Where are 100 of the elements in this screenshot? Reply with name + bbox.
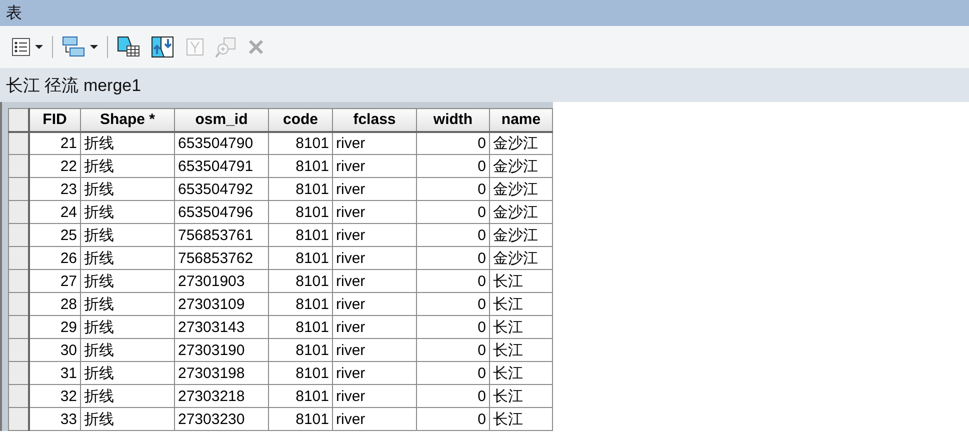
window-title: 表 bbox=[0, 0, 969, 26]
table-cell: 653504790 bbox=[174, 132, 268, 154]
table-cell: 折线 bbox=[80, 292, 174, 316]
table-cell: 0 bbox=[416, 132, 490, 154]
table-cell: 折线 bbox=[80, 270, 174, 292]
table-cell: 0 bbox=[416, 224, 490, 246]
table-cell: 22 bbox=[28, 154, 80, 178]
table-cell: 8101 bbox=[268, 338, 332, 362]
row-selector[interactable] bbox=[8, 178, 28, 200]
table-cell: river bbox=[332, 246, 416, 270]
table-cell: 0 bbox=[416, 338, 490, 362]
table-cell: 折线 bbox=[80, 246, 174, 270]
row-selector[interactable] bbox=[8, 338, 28, 362]
table-cell: 653504796 bbox=[174, 200, 268, 224]
table-cell: river bbox=[332, 292, 416, 316]
table-cell: 653504792 bbox=[174, 178, 268, 200]
table-cell: river bbox=[332, 154, 416, 178]
table-cell: river bbox=[332, 224, 416, 246]
table-cell: 23 bbox=[28, 178, 80, 200]
table-cell: river bbox=[332, 338, 416, 362]
table-cell: river bbox=[332, 200, 416, 224]
table-cell: 折线 bbox=[80, 224, 174, 246]
table-cell: 折线 bbox=[80, 408, 174, 430]
table-cell: 折线 bbox=[80, 338, 174, 362]
column-header[interactable]: name bbox=[490, 108, 552, 132]
table-cell: 8101 bbox=[268, 292, 332, 316]
column-header[interactable]: Shape * bbox=[80, 108, 174, 132]
row-selector[interactable] bbox=[8, 200, 28, 224]
table-cell: 653504791 bbox=[174, 154, 268, 178]
list-icon bbox=[11, 37, 31, 57]
table-cell: 27303190 bbox=[174, 338, 268, 362]
table-stack-icon bbox=[62, 36, 86, 58]
table-cell: river bbox=[332, 362, 416, 384]
row-selector[interactable] bbox=[8, 292, 28, 316]
table-cell: 33 bbox=[28, 408, 80, 430]
magnifier-icon bbox=[215, 36, 237, 58]
column-header[interactable]: width bbox=[416, 108, 490, 132]
row-selector[interactable] bbox=[8, 384, 28, 408]
table-cell: 8101 bbox=[268, 384, 332, 408]
table-cell: 8101 bbox=[268, 362, 332, 384]
table-cell: 0 bbox=[416, 292, 490, 316]
table-cell: 8101 bbox=[268, 154, 332, 178]
table-name: 长江 径流 merge1 bbox=[0, 68, 969, 102]
column-header[interactable]: FID bbox=[28, 108, 80, 132]
table-cell: river bbox=[332, 270, 416, 292]
table-cell: 0 bbox=[416, 362, 490, 384]
table-cell: 8101 bbox=[268, 246, 332, 270]
table-cell: 折线 bbox=[80, 132, 174, 154]
row-selector[interactable] bbox=[8, 108, 28, 132]
table-cell: river bbox=[332, 408, 416, 430]
row-selector[interactable] bbox=[8, 362, 28, 384]
table-cell: 28 bbox=[28, 292, 80, 316]
table-cell: 27303109 bbox=[174, 292, 268, 316]
caret-icon bbox=[35, 45, 43, 49]
table-cell: 27303218 bbox=[174, 384, 268, 408]
column-header[interactable]: fclass bbox=[332, 108, 416, 132]
row-selector[interactable] bbox=[8, 246, 28, 270]
table-cell: 26 bbox=[28, 246, 80, 270]
table-cell: 8101 bbox=[268, 316, 332, 338]
row-selector[interactable] bbox=[8, 270, 28, 292]
table-cell: 25 bbox=[28, 224, 80, 246]
table-cell: 0 bbox=[416, 178, 490, 200]
table-cell: 0 bbox=[416, 270, 490, 292]
table-cell: 27303230 bbox=[174, 408, 268, 430]
row-selector[interactable] bbox=[8, 316, 28, 338]
table-cell: river bbox=[332, 316, 416, 338]
row-selector[interactable] bbox=[8, 408, 28, 430]
table-cell: 0 bbox=[416, 246, 490, 270]
table-cell: 8101 bbox=[268, 132, 332, 154]
table-cell: 27303143 bbox=[174, 316, 268, 338]
table-cell: 29 bbox=[28, 316, 80, 338]
table-cell: 27303198 bbox=[174, 362, 268, 384]
table-cell: river bbox=[332, 132, 416, 154]
delete-icon bbox=[247, 38, 265, 56]
table-cell: 8101 bbox=[268, 408, 332, 430]
table-cell: river bbox=[332, 384, 416, 408]
column-header[interactable]: code bbox=[268, 108, 332, 132]
table-selection-icon bbox=[117, 36, 141, 58]
table-cell: 0 bbox=[416, 154, 490, 178]
table-cell: 8101 bbox=[268, 200, 332, 224]
caret-icon bbox=[90, 45, 98, 49]
table-cell: 折线 bbox=[80, 200, 174, 224]
swap-selection-icon bbox=[151, 36, 175, 58]
blank-selection-icon bbox=[185, 37, 205, 57]
table-cell: 30 bbox=[28, 338, 80, 362]
table-cell: 8101 bbox=[268, 224, 332, 246]
column-header[interactable]: osm_id bbox=[174, 108, 268, 132]
table-cell: 24 bbox=[28, 200, 80, 224]
row-selector[interactable] bbox=[8, 154, 28, 178]
table-cell: 27301903 bbox=[174, 270, 268, 292]
table-cell: 折线 bbox=[80, 384, 174, 408]
table-cell: 27 bbox=[28, 270, 80, 292]
table-cell: 折线 bbox=[80, 362, 174, 384]
row-selector[interactable] bbox=[8, 132, 28, 154]
table-cell: 21 bbox=[28, 132, 80, 154]
row-selector[interactable] bbox=[8, 224, 28, 246]
table-cell: 折线 bbox=[80, 178, 174, 200]
table-cell: 8101 bbox=[268, 178, 332, 200]
table-cell: 31 bbox=[28, 362, 80, 384]
table-cell: 折线 bbox=[80, 316, 174, 338]
